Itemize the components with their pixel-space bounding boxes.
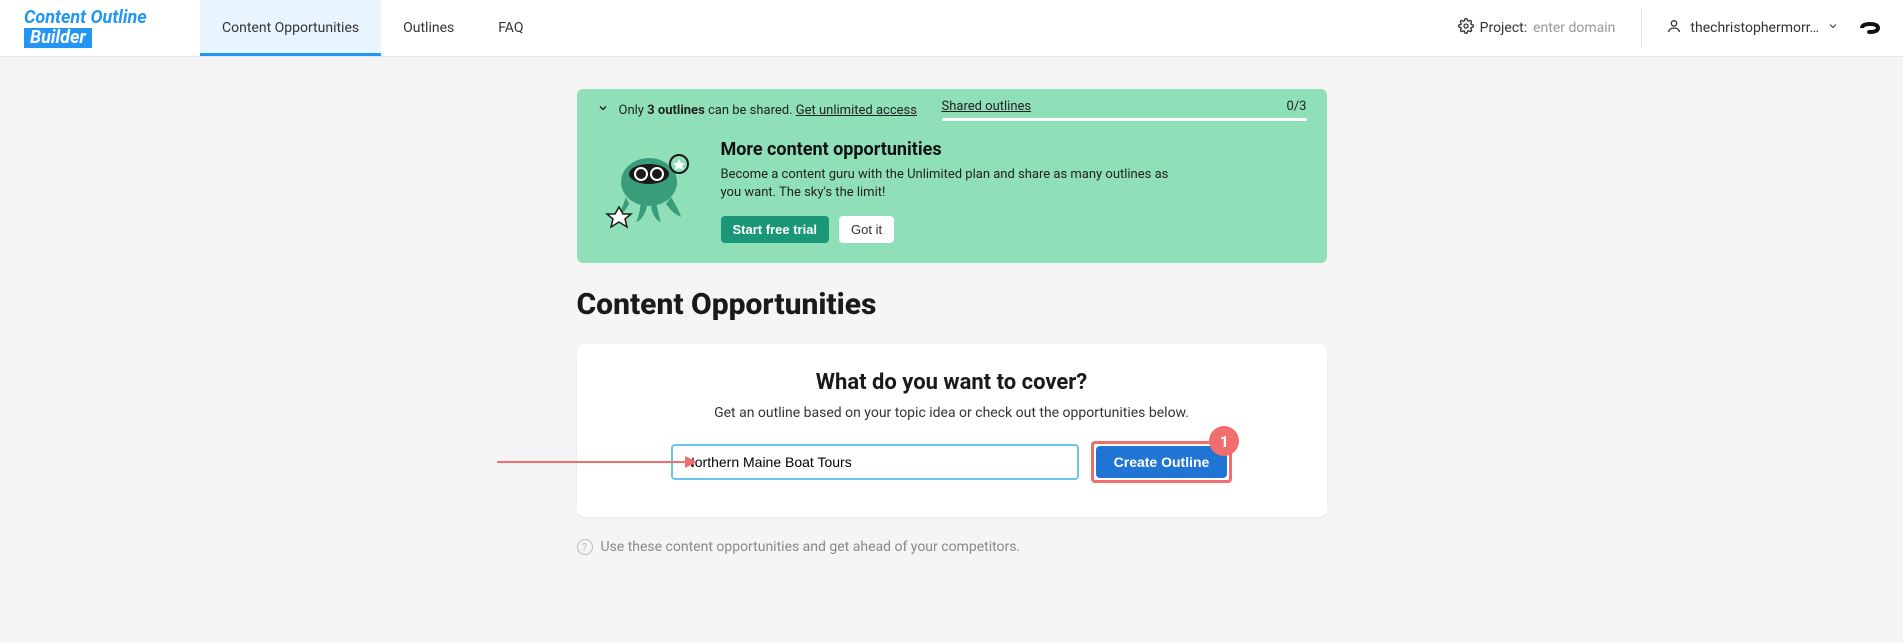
annotation-badge: 1 bbox=[1209, 426, 1239, 456]
input-row: Create Outline 1 bbox=[607, 441, 1297, 483]
semrush-icon[interactable] bbox=[1857, 15, 1883, 41]
shared-outlines-count: 0/3 bbox=[1287, 99, 1307, 114]
help-icon: ? bbox=[577, 539, 593, 555]
shared-outlines-label[interactable]: Shared outlines bbox=[942, 99, 1032, 114]
vertical-divider bbox=[1641, 8, 1642, 48]
user-icon bbox=[1666, 18, 1682, 38]
topic-card: What do you want to cover? Get an outlin… bbox=[577, 344, 1327, 517]
unlimited-access-link[interactable]: Get unlimited access bbox=[796, 103, 917, 118]
banner-top-row: Only 3 outlines can be shared. Get unlim… bbox=[577, 89, 1327, 131]
project-domain-placeholder: enter domain bbox=[1533, 20, 1615, 36]
got-it-button[interactable]: Got it bbox=[839, 216, 894, 243]
footer-hint-text: Use these content opportunities and get … bbox=[601, 539, 1021, 555]
banner-body: More content opportunities Become a cont… bbox=[577, 131, 1327, 263]
start-free-trial-button[interactable]: Start free trial bbox=[721, 216, 830, 243]
top-bar: Content Outline Builder Content Opportun… bbox=[0, 0, 1903, 57]
app-logo[interactable]: Content Outline Builder bbox=[0, 8, 200, 48]
topic-input[interactable] bbox=[671, 444, 1079, 480]
user-menu[interactable]: thechristophermorr… bbox=[1648, 18, 1857, 38]
shared-outlines-block: Shared outlines 0/3 bbox=[942, 99, 1307, 121]
banner-title: More content opportunities bbox=[721, 139, 1181, 160]
top-right: Project: enter domain thechristophermorr… bbox=[1438, 0, 1903, 56]
banner-body-text: Become a content guru with the Unlimited… bbox=[721, 166, 1181, 202]
annotation-arrow-icon bbox=[497, 454, 697, 470]
chevron-down-icon[interactable] bbox=[597, 102, 609, 118]
upgrade-banner: Only 3 outlines can be shared. Get unlim… bbox=[577, 89, 1327, 263]
page-title: Content Opportunities bbox=[577, 287, 1327, 322]
banner-text: More content opportunities Become a cont… bbox=[721, 139, 1181, 243]
project-label: Project: bbox=[1480, 20, 1528, 36]
tab-faq[interactable]: FAQ bbox=[476, 0, 545, 56]
project-selector[interactable]: Project: enter domain bbox=[1438, 18, 1636, 38]
main-container: Only 3 outlines can be shared. Get unlim… bbox=[577, 89, 1327, 555]
create-outline-button[interactable]: Create Outline bbox=[1096, 446, 1228, 478]
user-name: thechristophermorr… bbox=[1690, 20, 1819, 36]
card-subtext: Get an outline based on your topic idea … bbox=[607, 405, 1297, 421]
tab-content-opportunities[interactable]: Content Opportunities bbox=[200, 0, 381, 56]
annotation-highlight: Create Outline 1 bbox=[1091, 441, 1233, 483]
gear-icon bbox=[1458, 18, 1474, 38]
footer-hint: ? Use these content opportunities and ge… bbox=[577, 539, 1327, 555]
tab-outlines[interactable]: Outlines bbox=[381, 0, 476, 56]
card-heading: What do you want to cover? bbox=[607, 370, 1297, 395]
shared-progress-bar bbox=[942, 118, 1307, 121]
logo-line1: Content Outline bbox=[24, 8, 147, 28]
logo-line2: Builder bbox=[24, 28, 92, 48]
banner-limit-text: Only 3 outlines can be shared. Get unlim… bbox=[619, 103, 917, 118]
chevron-down-icon bbox=[1827, 20, 1839, 36]
mascot-illustration bbox=[599, 139, 699, 234]
main-tabs: Content Opportunities Outlines FAQ bbox=[200, 0, 546, 56]
